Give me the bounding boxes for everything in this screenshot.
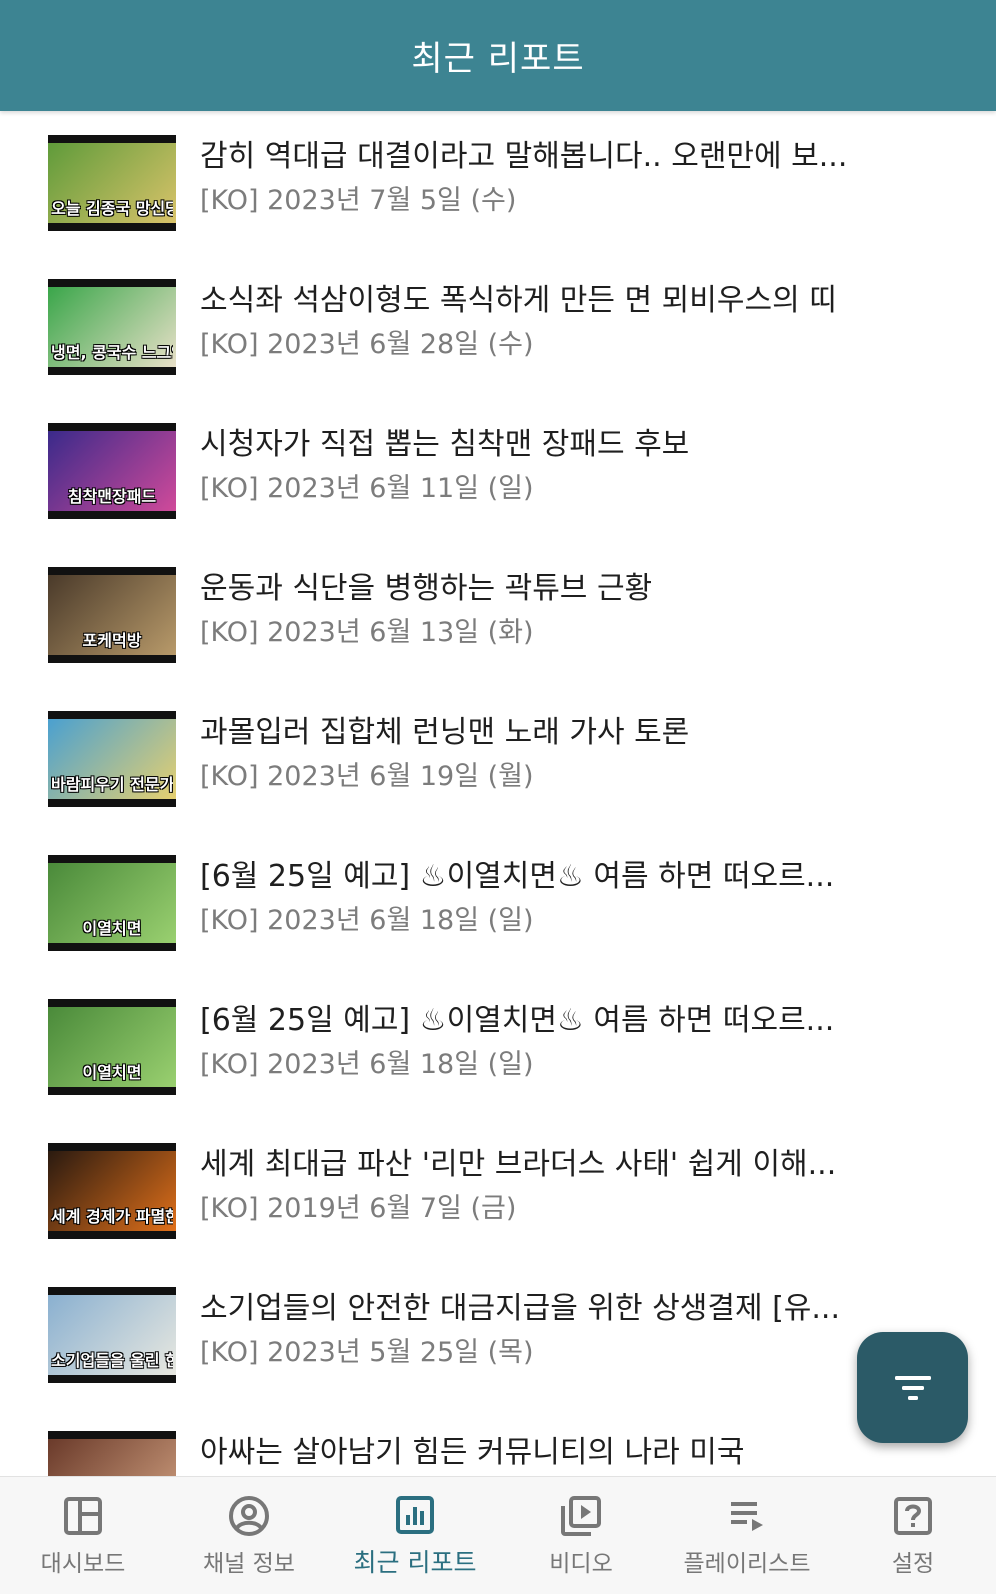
bar-chart-icon (396, 1495, 434, 1534)
report-list-item[interactable]: 오늘 김종국 망신당하는 날? 감히 역대급 대결이라고 말해봅니다.. 오랜만에… (0, 111, 996, 255)
playlist-icon (731, 1501, 763, 1531)
filter-icon (894, 1375, 931, 1400)
video-thumbnail: 이열치면 (48, 999, 176, 1095)
report-title: 시청자가 직접 뽑는 침착맨 장패드 후보 (200, 427, 690, 462)
report-title: 과몰입러 집합체 런닝맨 노래 가사 토론 (200, 715, 690, 750)
thumbnail-caption: 바람피우기 전문가 김종국? (51, 775, 173, 794)
nav-label: 설정 (891, 1550, 935, 1577)
nav-item-help-box[interactable]: 설정 (830, 1477, 996, 1594)
nav-item-playlist[interactable]: 플레이리스트 (664, 1477, 830, 1594)
report-title: [6월 25일 예고] ♨이열치면♨ 여름 하면 떠오르... (200, 1003, 835, 1038)
report-title: 감히 역대급 대결이라고 말해봅니다.. 오랜만에 보... (200, 139, 848, 174)
video-thumbnail: 침착맨장패드 (48, 423, 176, 519)
report-list-item[interactable]: 냉면, 콩국수 느그양 죽여줘 소식좌 석삼이형도 폭식하게 만든 면 뫼비우스의… (0, 255, 996, 399)
report-list-item[interactable]: 이열치면 [6월 25일 예고] ♨이열치면♨ 여름 하면 떠오르... [KO] … (0, 831, 996, 975)
video-thumbnail: 이열치면 (48, 855, 176, 951)
report-date: [KO] 2023년 7월 5일 (수) (200, 185, 517, 216)
nav-label: 채널 정보 (203, 1550, 295, 1577)
nav-label: 대시보드 (40, 1550, 126, 1577)
report-date: [KO] 2019년 6월 7일 (금) (200, 1193, 517, 1224)
nav-label: 플레이리스트 (683, 1550, 811, 1577)
thumbnail-caption: 이열치면 (82, 919, 142, 938)
thumbnail-caption: 냉면, 콩국수 느그양 죽여줘 (51, 343, 173, 362)
report-list-item[interactable]: 이열치면 [6월 25일 예고] ♨이열치면♨ 여름 하면 떠오르... [KO] … (0, 975, 996, 1119)
nav-item-video-library[interactable]: 비디오 (498, 1477, 664, 1594)
report-list-item[interactable]: 바람피우기 전문가 김종국? 과몰입러 집합체 런닝맨 노래 가사 토론 [KO] … (0, 687, 996, 831)
report-list-item[interactable]: 침착맨장패드 시청자가 직접 뽑는 침착맨 장패드 후보 [KO] 2023년 6월… (0, 399, 996, 543)
report-title: [6월 25일 예고] ♨이열치면♨ 여름 하면 떠오르... (200, 859, 835, 894)
app-header: 최근 리포트 (0, 0, 996, 111)
bottom-navigation: 대시보드 채널 정보 최근 리포트 비디오 플레이리스트 설정 (0, 1476, 996, 1594)
report-date: [KO] 2023년 6월 18일 (일) (200, 905, 534, 936)
nav-label: 비디오 (549, 1550, 613, 1577)
thumbnail-caption: 소기업들을 울린 한 장의 종이 (51, 1351, 173, 1370)
report-list-item[interactable]: 세계 경제가 파멸한 '리만 사태' 세계 최대급 파산 '리만 브라더스 사태'… (0, 1119, 996, 1263)
video-thumbnail: 냉면, 콩국수 느그양 죽여줘 (48, 279, 176, 375)
report-date: [KO] 2023년 6월 11일 (일) (200, 473, 534, 504)
nav-item-account-circle[interactable]: 채널 정보 (166, 1477, 332, 1594)
video-thumbnail: 세계 경제가 파멸한 '리만 사태' (48, 1143, 176, 1239)
video-thumbnail: 포케먹방 (48, 567, 176, 663)
report-title: 소기업들의 안전한 대금지급을 위한 상생결제 [유... (200, 1291, 840, 1326)
report-title: 세계 최대급 파산 '리만 브라더스 사태' 쉽게 이해... (200, 1147, 837, 1182)
report-title: 아싸는 살아남기 힘든 커뮤니티의 나라 미국 (200, 1435, 745, 1470)
report-list-item[interactable]: 포케먹방 운동과 식단을 병행하는 곽튜브 근황 [KO] 2023년 6월 13일… (0, 543, 996, 687)
help-box-icon (894, 1496, 932, 1535)
video-thumbnail: 소기업들을 울린 한 장의 종이 (48, 1287, 176, 1383)
thumbnail-caption: 이열치면 (82, 1063, 142, 1082)
nav-item-dashboard[interactable]: 대시보드 (0, 1477, 166, 1594)
report-date: [KO] 2023년 6월 18일 (일) (200, 1049, 534, 1080)
page-title: 최근 리포트 (411, 39, 585, 79)
thumbnail-caption: 세계 경제가 파멸한 '리만 사태' (51, 1207, 173, 1226)
thumbnail-caption: 오늘 김종국 망신당하는 날? (51, 199, 173, 218)
nav-label: 최근 리포트 (353, 1547, 477, 1577)
nav-item-bar-chart[interactable]: 최근 리포트 (332, 1477, 498, 1594)
report-list: 오늘 김종국 망신당하는 날? 감히 역대급 대결이라고 말해봅니다.. 오랜만에… (0, 111, 996, 1476)
report-date: [KO] 2023년 5월 25일 (목) (200, 1337, 534, 1368)
report-date: [KO] 2023년 6월 28일 (수) (200, 329, 534, 360)
thumbnail-caption: 포케먹방 (82, 631, 142, 650)
account-circle-icon (229, 1495, 269, 1536)
video-library-icon (561, 1495, 601, 1536)
report-date: [KO] 2023년 6월 13일 (화) (200, 617, 534, 648)
report-title: 운동과 식단을 병행하는 곽튜브 근황 (200, 571, 653, 606)
report-date: [KO] 2023년 6월 19일 (월) (200, 761, 534, 792)
video-thumbnail (48, 1431, 176, 1476)
dashboard-icon (64, 1496, 102, 1535)
report-list-item[interactable]: 소기업들을 울린 한 장의 종이 소기업들의 안전한 대금지급을 위한 상생결제 … (0, 1263, 996, 1407)
filter-button[interactable] (857, 1332, 968, 1443)
report-list-item[interactable]: 아싸는 살아남기 힘든 커뮤니티의 나라 미국 (0, 1407, 996, 1476)
video-thumbnail: 오늘 김종국 망신당하는 날? (48, 135, 176, 231)
report-title: 소식좌 석삼이형도 폭식하게 만든 면 뫼비우스의 띠 (200, 283, 837, 318)
thumbnail-caption: 침착맨장패드 (67, 487, 157, 506)
video-thumbnail: 바람피우기 전문가 김종국? (48, 711, 176, 807)
